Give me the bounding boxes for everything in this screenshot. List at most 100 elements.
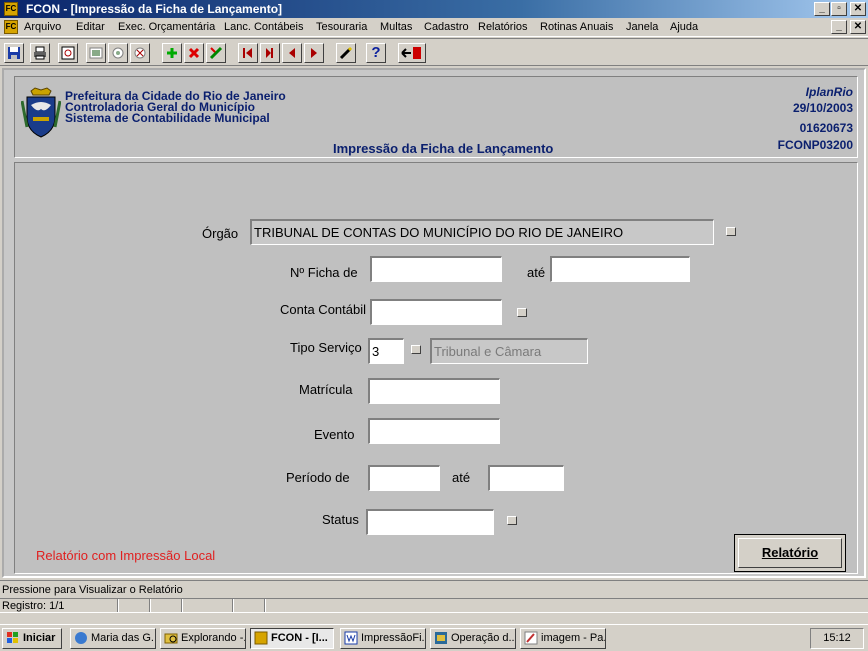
report-button-label: Relatório [738,538,842,568]
task-label: Maria das G... [91,632,156,644]
task-label: FCON - [I... [271,632,328,644]
periodo-until-label: até [452,470,471,485]
insert-record-icon[interactable] [162,43,182,63]
ficha-label: Nº Ficha de [290,265,358,280]
periodo-label: Período de [286,470,350,485]
status-divider [117,599,119,612]
cancel-query-icon[interactable] [130,43,150,63]
menu-lanc-contabeis[interactable]: Lanc. Contábeis [224,21,304,33]
conta-lov-button[interactable] [517,308,527,317]
menu-rotinas-anuais[interactable]: Rotinas Anuais [540,21,613,33]
header-date: 29/10/2003 [792,101,853,115]
paint-icon [524,631,538,645]
first-record-icon[interactable] [238,43,258,63]
org-system: Sistema de Contabilidade Municipal [65,111,270,125]
menu-janela[interactable]: Janela [626,21,658,33]
task-operacao[interactable]: Operação d... [430,628,516,649]
child-minimize-button[interactable]: _ [831,20,847,34]
restore-button[interactable]: ▫ [831,2,847,16]
status-divider [232,599,234,612]
previous-block-icon[interactable] [260,43,280,63]
status-field[interactable] [366,509,494,535]
delete-record-icon[interactable] [184,43,204,63]
menu-cadastro[interactable]: Cadastro [424,21,469,33]
title-bar: FC FCON - [Impressão da Ficha de Lançame… [0,0,868,18]
execute-query-icon[interactable] [86,43,106,63]
task-fcon[interactable]: FCON - [I... [250,628,334,649]
start-button[interactable]: Iniciar [2,628,62,649]
minimize-button[interactable]: _ [814,2,830,16]
local-print-note: Relatório com Impressão Local [36,548,216,563]
conta-label: Conta Contábil [280,302,366,317]
task-label: Explorando -... [181,632,246,644]
menu-tesouraria[interactable]: Tesouraria [316,21,367,33]
task-explorando[interactable]: Explorando -... [160,628,246,649]
edit-icon[interactable] [336,43,356,63]
menu-ajuda[interactable]: Ajuda [670,21,698,33]
window-title: FCON - [Impressão da Ficha de Lançamento… [26,2,283,16]
conta-field[interactable] [370,299,502,325]
form-code: FCONP03200 [777,138,853,152]
tipo-servico-description: Tribunal e Câmara [430,338,588,364]
brand-label: IplanRio [805,85,853,99]
status-divider [264,599,266,612]
periodo-from-field[interactable] [368,465,440,491]
coat-of-arms-logo [20,87,62,139]
print-icon[interactable] [30,43,50,63]
messenger-icon [75,632,87,644]
document-icon[interactable]: FC [4,20,18,34]
status-divider [149,599,151,612]
form-header: Prefeitura da Cidade do Rio de Janeiro C… [14,76,858,158]
exit-icon[interactable] [398,43,426,63]
previous-record-icon[interactable] [282,43,302,63]
preview-icon[interactable] [58,43,78,63]
ficha-to-field[interactable] [550,256,690,282]
next-record-icon[interactable] [304,43,324,63]
tipo-servico-lov-button[interactable] [411,345,421,354]
menu-bar: FC Arquivo Editar Exec. Orçamentária Lan… [0,18,868,37]
help-icon[interactable]: ? [366,43,386,63]
task-impressao[interactable]: ImpressãoFi... [340,628,426,649]
fcon-app-icon [254,631,268,645]
ficha-until-label: até [527,265,546,280]
form-title: Impressão da Ficha de Lançamento [333,141,554,156]
app-window-icon [435,632,447,644]
system-clock: 15:12 [810,628,864,649]
menu-editar[interactable]: Editar [76,21,105,33]
word-document-icon [344,631,358,645]
menu-relatorios[interactable]: Relatórios [478,21,528,33]
enter-query-icon[interactable] [108,43,128,63]
child-close-button[interactable]: ✕ [850,20,866,34]
matricula-field[interactable] [368,378,500,404]
menu-arquivo[interactable]: Arquivo [24,21,61,33]
periodo-to-field[interactable] [488,465,564,491]
save-icon[interactable] [4,43,24,63]
task-label: ImpressãoFi... [361,632,426,644]
ficha-from-field[interactable] [370,256,502,282]
app-icon[interactable]: FC [4,2,18,16]
close-button[interactable]: ✕ [850,2,866,16]
start-label: Iniciar [23,632,56,644]
user-code: 01620673 [799,121,853,135]
tipo-servico-code-field[interactable]: 3 [368,338,404,364]
toolbar: ? [0,38,868,66]
windows-logo-icon [7,632,18,643]
clear-icon[interactable] [206,43,226,63]
status-divider [181,599,183,612]
orgao-label: Órgão [202,226,239,241]
task-label: Operação d... [451,632,516,644]
task-maria[interactable]: Maria das G... [70,628,156,649]
menu-multas[interactable]: Multas [380,21,412,33]
report-button[interactable]: Relatório [734,534,846,572]
orgao-lov-button[interactable] [726,227,736,236]
record-indicator: Registro: 1/1 [2,600,65,612]
matricula-label: Matrícula [299,382,353,397]
task-imagem-paint[interactable]: imagem - Pa... [520,628,606,649]
orgao-field[interactable]: TRIBUNAL DE CONTAS DO MUNICÍPIO DO RIO D… [250,219,714,245]
status-hint: Pressione para Visualizar o Relatório [2,584,183,596]
status-label: Status [322,512,359,527]
menu-exec-orcamentaria[interactable]: Exec. Orçamentária [118,21,215,33]
evento-field[interactable] [368,418,500,444]
status-bar: Pressione para Visualizar o Relatório Re… [0,580,868,620]
status-lov-button[interactable] [507,516,517,525]
